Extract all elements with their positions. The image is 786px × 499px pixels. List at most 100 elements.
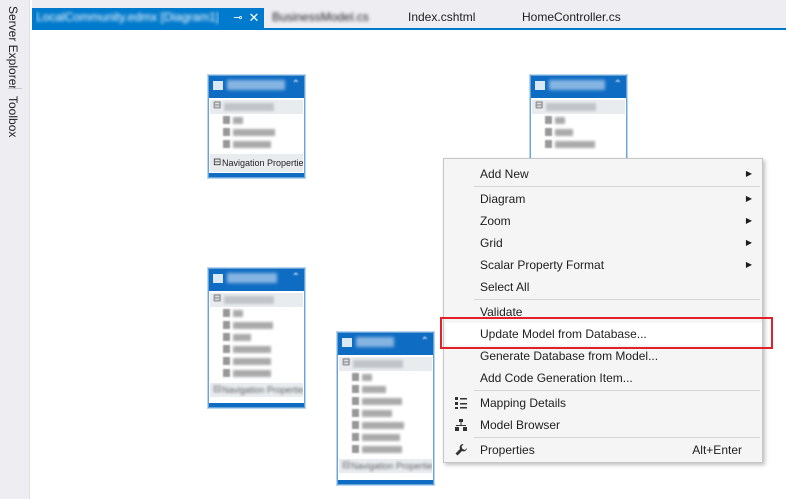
property-icon [223,140,230,148]
property-icon [352,433,359,441]
entity-property[interactable] [545,138,626,150]
entity-box[interactable]: ⌃ ⊟ ⊟ Navigation Properties [208,268,305,408]
key-icon [223,116,230,124]
property-name [233,370,271,377]
collapse-icon[interactable]: ⌃ [614,79,622,90]
key-icon [545,116,552,124]
entity-property[interactable] [223,319,304,331]
toolbox-tab[interactable]: Toolbox [6,96,20,137]
submenu-arrow-icon: ▶ [745,260,752,269]
menu-item-diagram[interactable]: Diagram ▶ [446,188,762,210]
properties-section[interactable]: ⊟ [210,100,303,114]
entity-property[interactable] [352,407,433,419]
menu-item-add-code-generation-item[interactable]: Add Code Generation Item... [446,367,762,389]
menu-item-add-new[interactable]: Add New ▶ [446,163,762,185]
property-name [362,386,386,393]
menu-item-label: Grid [480,236,503,250]
entity-footer [209,403,304,407]
key-icon [352,373,359,381]
navigation-properties-section[interactable]: ⊟ Navigation Properties [210,383,303,397]
collapse-icon[interactable]: ⊟ [342,459,350,473]
navigation-properties-label: Navigation Properties [222,158,303,168]
entity-box[interactable]: ⌃ ⊟ ⊟ Navigation Properties [208,75,305,178]
designer-window: Server Explorer Toolbox LocalCommunity.e… [0,0,786,499]
menu-item-model-browser[interactable]: Model Browser [446,414,762,436]
entity-icon [535,81,545,90]
entity-property[interactable] [223,138,304,150]
menu-item-zoom[interactable]: Zoom ▶ [446,210,762,232]
properties-section[interactable]: ⊟ [532,100,625,114]
menu-item-select-all[interactable]: Select All [446,276,762,298]
entity-box[interactable]: ⌃ ⊟ ⊟ Navigation Properties [337,332,434,485]
property-name [362,398,402,405]
property-icon [223,369,230,377]
property-icon [223,357,230,365]
properties-section[interactable]: ⊟ [210,293,303,307]
entity-property[interactable] [352,419,433,431]
navigation-properties-section[interactable]: ⊟ Navigation Properties [339,459,432,473]
entity-property[interactable] [223,126,304,138]
entity-property[interactable] [223,307,304,319]
entity-header[interactable]: ⌃ [209,269,304,291]
properties-section[interactable]: ⊟ [339,357,432,371]
collapse-icon[interactable]: ⊟ [342,357,350,368]
property-icon [223,345,230,353]
navigation-properties-section[interactable]: ⊟ Navigation Properties [210,154,303,172]
server-explorer-tab[interactable]: Server Explorer [6,6,20,89]
section-label [224,296,274,304]
model-browser-icon [454,418,468,432]
entity-property[interactable] [352,383,433,395]
property-name [233,310,243,317]
key-icon [223,309,230,317]
collapse-icon[interactable]: ⊟ [213,100,221,111]
menu-item-label: Mapping Details [480,396,567,410]
property-name [555,129,573,136]
entity-header[interactable]: ⌃ [209,76,304,98]
entity-property[interactable] [545,114,626,126]
entity-property[interactable] [352,443,433,455]
entity-property[interactable] [223,367,304,379]
collapse-icon[interactable]: ⊟ [213,154,221,172]
tab-index-cshtml[interactable]: Index.cshtml [402,8,481,28]
menu-item-grid[interactable]: Grid ▶ [446,232,762,254]
property-icon [352,385,359,393]
entity-header[interactable]: ⌃ [531,76,626,98]
property-name [233,141,271,148]
property-name [362,410,392,417]
menu-separator [474,390,760,391]
menu-item-properties[interactable]: Properties Alt+Enter [446,439,762,461]
property-name [362,422,404,429]
collapse-icon[interactable]: ⊟ [535,100,543,111]
property-name [362,446,402,453]
collapse-icon[interactable]: ⌃ [421,336,429,347]
menu-item-label: Zoom [480,214,511,228]
tab-edmx-diagram[interactable]: LocalCommunity.edmx [Diagram1] ⊸ ✕ [32,8,264,30]
entity-property[interactable] [352,395,433,407]
navigation-properties-label: Navigation Properties [222,385,303,395]
menu-item-mapping-details[interactable]: Mapping Details [446,392,762,414]
entity-icon [213,274,223,283]
menu-item-shortcut: Alt+Enter [692,443,742,457]
collapse-icon[interactable]: ⌃ [292,79,300,90]
entity-property[interactable] [352,431,433,443]
entity-property[interactable] [352,371,433,383]
property-icon [352,397,359,405]
menu-separator [474,437,760,438]
entity-property[interactable] [223,114,304,126]
pin-icon[interactable]: ⊸ [231,8,245,28]
entity-property[interactable] [545,126,626,138]
entity-header[interactable]: ⌃ [338,333,433,355]
property-name [555,141,595,148]
entity-property[interactable] [223,331,304,343]
entity-property[interactable] [223,343,304,355]
tab-home-controller[interactable]: HomeController.cs [516,8,627,28]
collapse-icon[interactable]: ⊟ [213,383,221,397]
close-icon[interactable]: ✕ [247,8,261,28]
property-name [362,374,372,381]
collapse-icon[interactable]: ⌃ [292,272,300,283]
menu-item-scalar-property-format[interactable]: Scalar Property Format ▶ [446,254,762,276]
entity-property[interactable] [223,355,304,367]
collapse-icon[interactable]: ⊟ [213,293,221,304]
submenu-arrow-icon: ▶ [745,216,752,225]
tab-business-model[interactable]: BusinessModel.cs [266,8,375,28]
